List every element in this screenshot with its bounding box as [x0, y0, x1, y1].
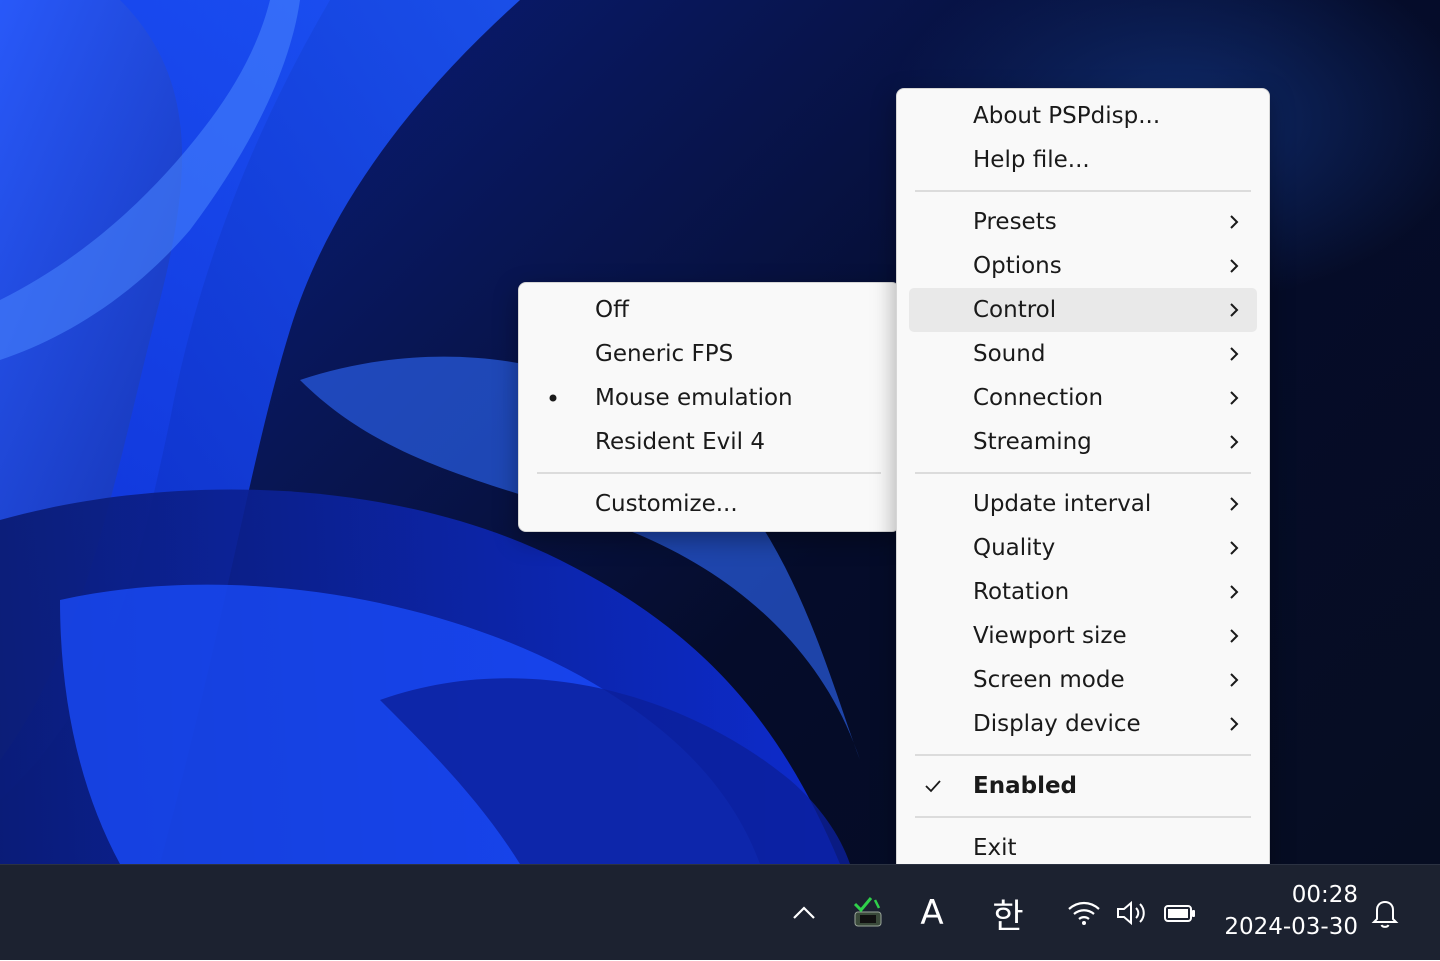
menu-separator — [915, 190, 1251, 192]
menu-item-label: About PSPdisp... — [973, 103, 1161, 129]
menu-item-quality[interactable]: Quality — [909, 526, 1257, 570]
chevron-up-icon — [793, 906, 815, 919]
chevron-right-icon — [1227, 670, 1241, 696]
submenu-item-customize[interactable]: Customize... — [531, 482, 887, 526]
menu-item-label: Rotation — [973, 579, 1070, 605]
chevron-right-icon — [1227, 388, 1241, 414]
clock-date: 2024-03-30 — [1224, 914, 1358, 940]
menu-item-label: Help file... — [973, 147, 1090, 173]
menu-item-options[interactable]: Options — [909, 244, 1257, 288]
menu-item-label: Screen mode — [973, 667, 1125, 693]
menu-item-label: Mouse emulation — [595, 385, 793, 411]
taskbar: A 한 00:28 2024-03-30 — [0, 864, 1440, 960]
submenu-item-off[interactable]: Off — [531, 288, 887, 332]
chevron-right-icon — [1227, 212, 1241, 238]
chevron-right-icon — [1227, 626, 1241, 652]
menu-separator — [915, 472, 1251, 474]
menu-item-about[interactable]: About PSPdisp... — [909, 94, 1257, 138]
menu-item-label: Viewport size — [973, 623, 1127, 649]
bell-icon — [1371, 900, 1399, 928]
ime-language-indicator: 한 — [992, 896, 1024, 937]
menu-item-control[interactable]: Control — [909, 288, 1257, 332]
menu-item-label: Streaming — [973, 429, 1092, 455]
quick-settings-button[interactable] — [1062, 865, 1202, 961]
menu-item-screen-mode[interactable]: Screen mode — [909, 658, 1257, 702]
chevron-right-icon — [1227, 582, 1241, 608]
menu-item-label: Presets — [973, 209, 1057, 235]
radio-bullet-icon — [545, 388, 565, 414]
chevron-right-icon — [1227, 494, 1241, 520]
menu-item-label: Exit — [973, 835, 1017, 861]
menu-item-label: Customize... — [595, 491, 738, 517]
chevron-right-icon — [1227, 538, 1241, 564]
chevron-right-icon — [1227, 432, 1241, 458]
submenu-item-generic-fps[interactable]: Generic FPS — [531, 332, 887, 376]
menu-item-label: Connection — [973, 385, 1104, 411]
ime-mode-button[interactable]: A — [906, 865, 958, 961]
menu-separator — [537, 472, 881, 474]
pspdisp-context-menu: About PSPdisp... Help file... Presets Op… — [896, 88, 1270, 876]
notification-center-button[interactable] — [1362, 865, 1408, 961]
menu-item-label: Display device — [973, 711, 1141, 737]
menu-item-streaming[interactable]: Streaming — [909, 420, 1257, 464]
ime-mode-indicator: A — [920, 893, 944, 933]
pspdisp-tray-button[interactable] — [844, 865, 892, 961]
clock-time: 00:28 — [1291, 882, 1358, 908]
menu-item-label: Off — [595, 297, 629, 323]
menu-item-label: Options — [973, 253, 1062, 279]
clock-button[interactable]: 00:28 2024-03-30 — [1210, 879, 1358, 943]
control-submenu: Off Generic FPS Mouse emulation Resident… — [518, 282, 900, 532]
menu-item-label: Generic FPS — [595, 341, 734, 367]
menu-item-presets[interactable]: Presets — [909, 200, 1257, 244]
menu-item-label: Quality — [973, 535, 1056, 561]
menu-separator — [915, 754, 1251, 756]
menu-item-update-interval[interactable]: Update interval — [909, 482, 1257, 526]
submenu-item-mouse-emulation[interactable]: Mouse emulation — [531, 376, 887, 420]
menu-separator — [915, 816, 1251, 818]
menu-item-label: Sound — [973, 341, 1046, 367]
menu-item-label: Control — [973, 297, 1057, 323]
chevron-right-icon — [1227, 714, 1241, 740]
menu-item-viewport-size[interactable]: Viewport size — [909, 614, 1257, 658]
volume-icon — [1117, 900, 1145, 926]
ime-language-button[interactable]: 한 — [982, 865, 1034, 961]
checkmark-icon — [923, 776, 943, 802]
menu-item-sound[interactable]: Sound — [909, 332, 1257, 376]
menu-item-label: Update interval — [973, 491, 1152, 517]
menu-item-display-device[interactable]: Display device — [909, 702, 1257, 746]
pspdisp-tray-icon — [853, 897, 882, 927]
chevron-right-icon — [1227, 256, 1241, 282]
wifi-icon — [1068, 901, 1100, 925]
menu-item-enabled[interactable]: Enabled — [909, 764, 1257, 808]
show-hidden-icons-button[interactable] — [780, 865, 828, 961]
menu-item-rotation[interactable]: Rotation — [909, 570, 1257, 614]
chevron-right-icon — [1227, 344, 1241, 370]
menu-item-label: Enabled — [973, 773, 1078, 799]
submenu-item-resident-evil-4[interactable]: Resident Evil 4 — [531, 420, 887, 464]
menu-item-connection[interactable]: Connection — [909, 376, 1257, 420]
chevron-right-icon — [1227, 300, 1241, 326]
menu-item-label: Resident Evil 4 — [595, 429, 765, 455]
menu-item-help-file[interactable]: Help file... — [909, 138, 1257, 182]
battery-icon — [1164, 905, 1195, 922]
